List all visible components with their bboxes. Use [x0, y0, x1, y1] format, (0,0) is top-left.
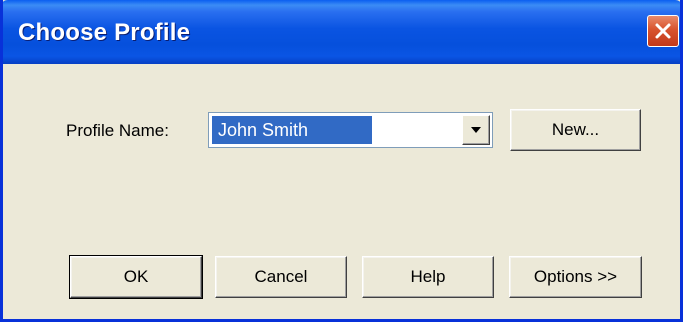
close-icon	[655, 23, 671, 39]
profile-name-combobox[interactable]: John Smith	[208, 112, 493, 148]
title-bar[interactable]: Choose Profile	[3, 0, 680, 64]
help-button[interactable]: Help	[362, 256, 494, 298]
window-title: Choose Profile	[18, 19, 191, 46]
profile-dropdown-button[interactable]	[462, 115, 490, 145]
profile-name-value[interactable]: John Smith	[212, 116, 372, 144]
options-button[interactable]: Options >>	[509, 256, 642, 298]
chevron-down-icon	[471, 127, 481, 133]
cancel-button[interactable]: Cancel	[215, 256, 347, 298]
profile-name-label: Profile Name:	[66, 121, 169, 140]
close-button[interactable]	[647, 15, 679, 47]
new-profile-button[interactable]: New...	[510, 109, 641, 151]
choose-profile-dialog: Choose Profile Profile Name: John Smith …	[0, 0, 683, 322]
ok-button[interactable]: OK	[69, 255, 203, 299]
